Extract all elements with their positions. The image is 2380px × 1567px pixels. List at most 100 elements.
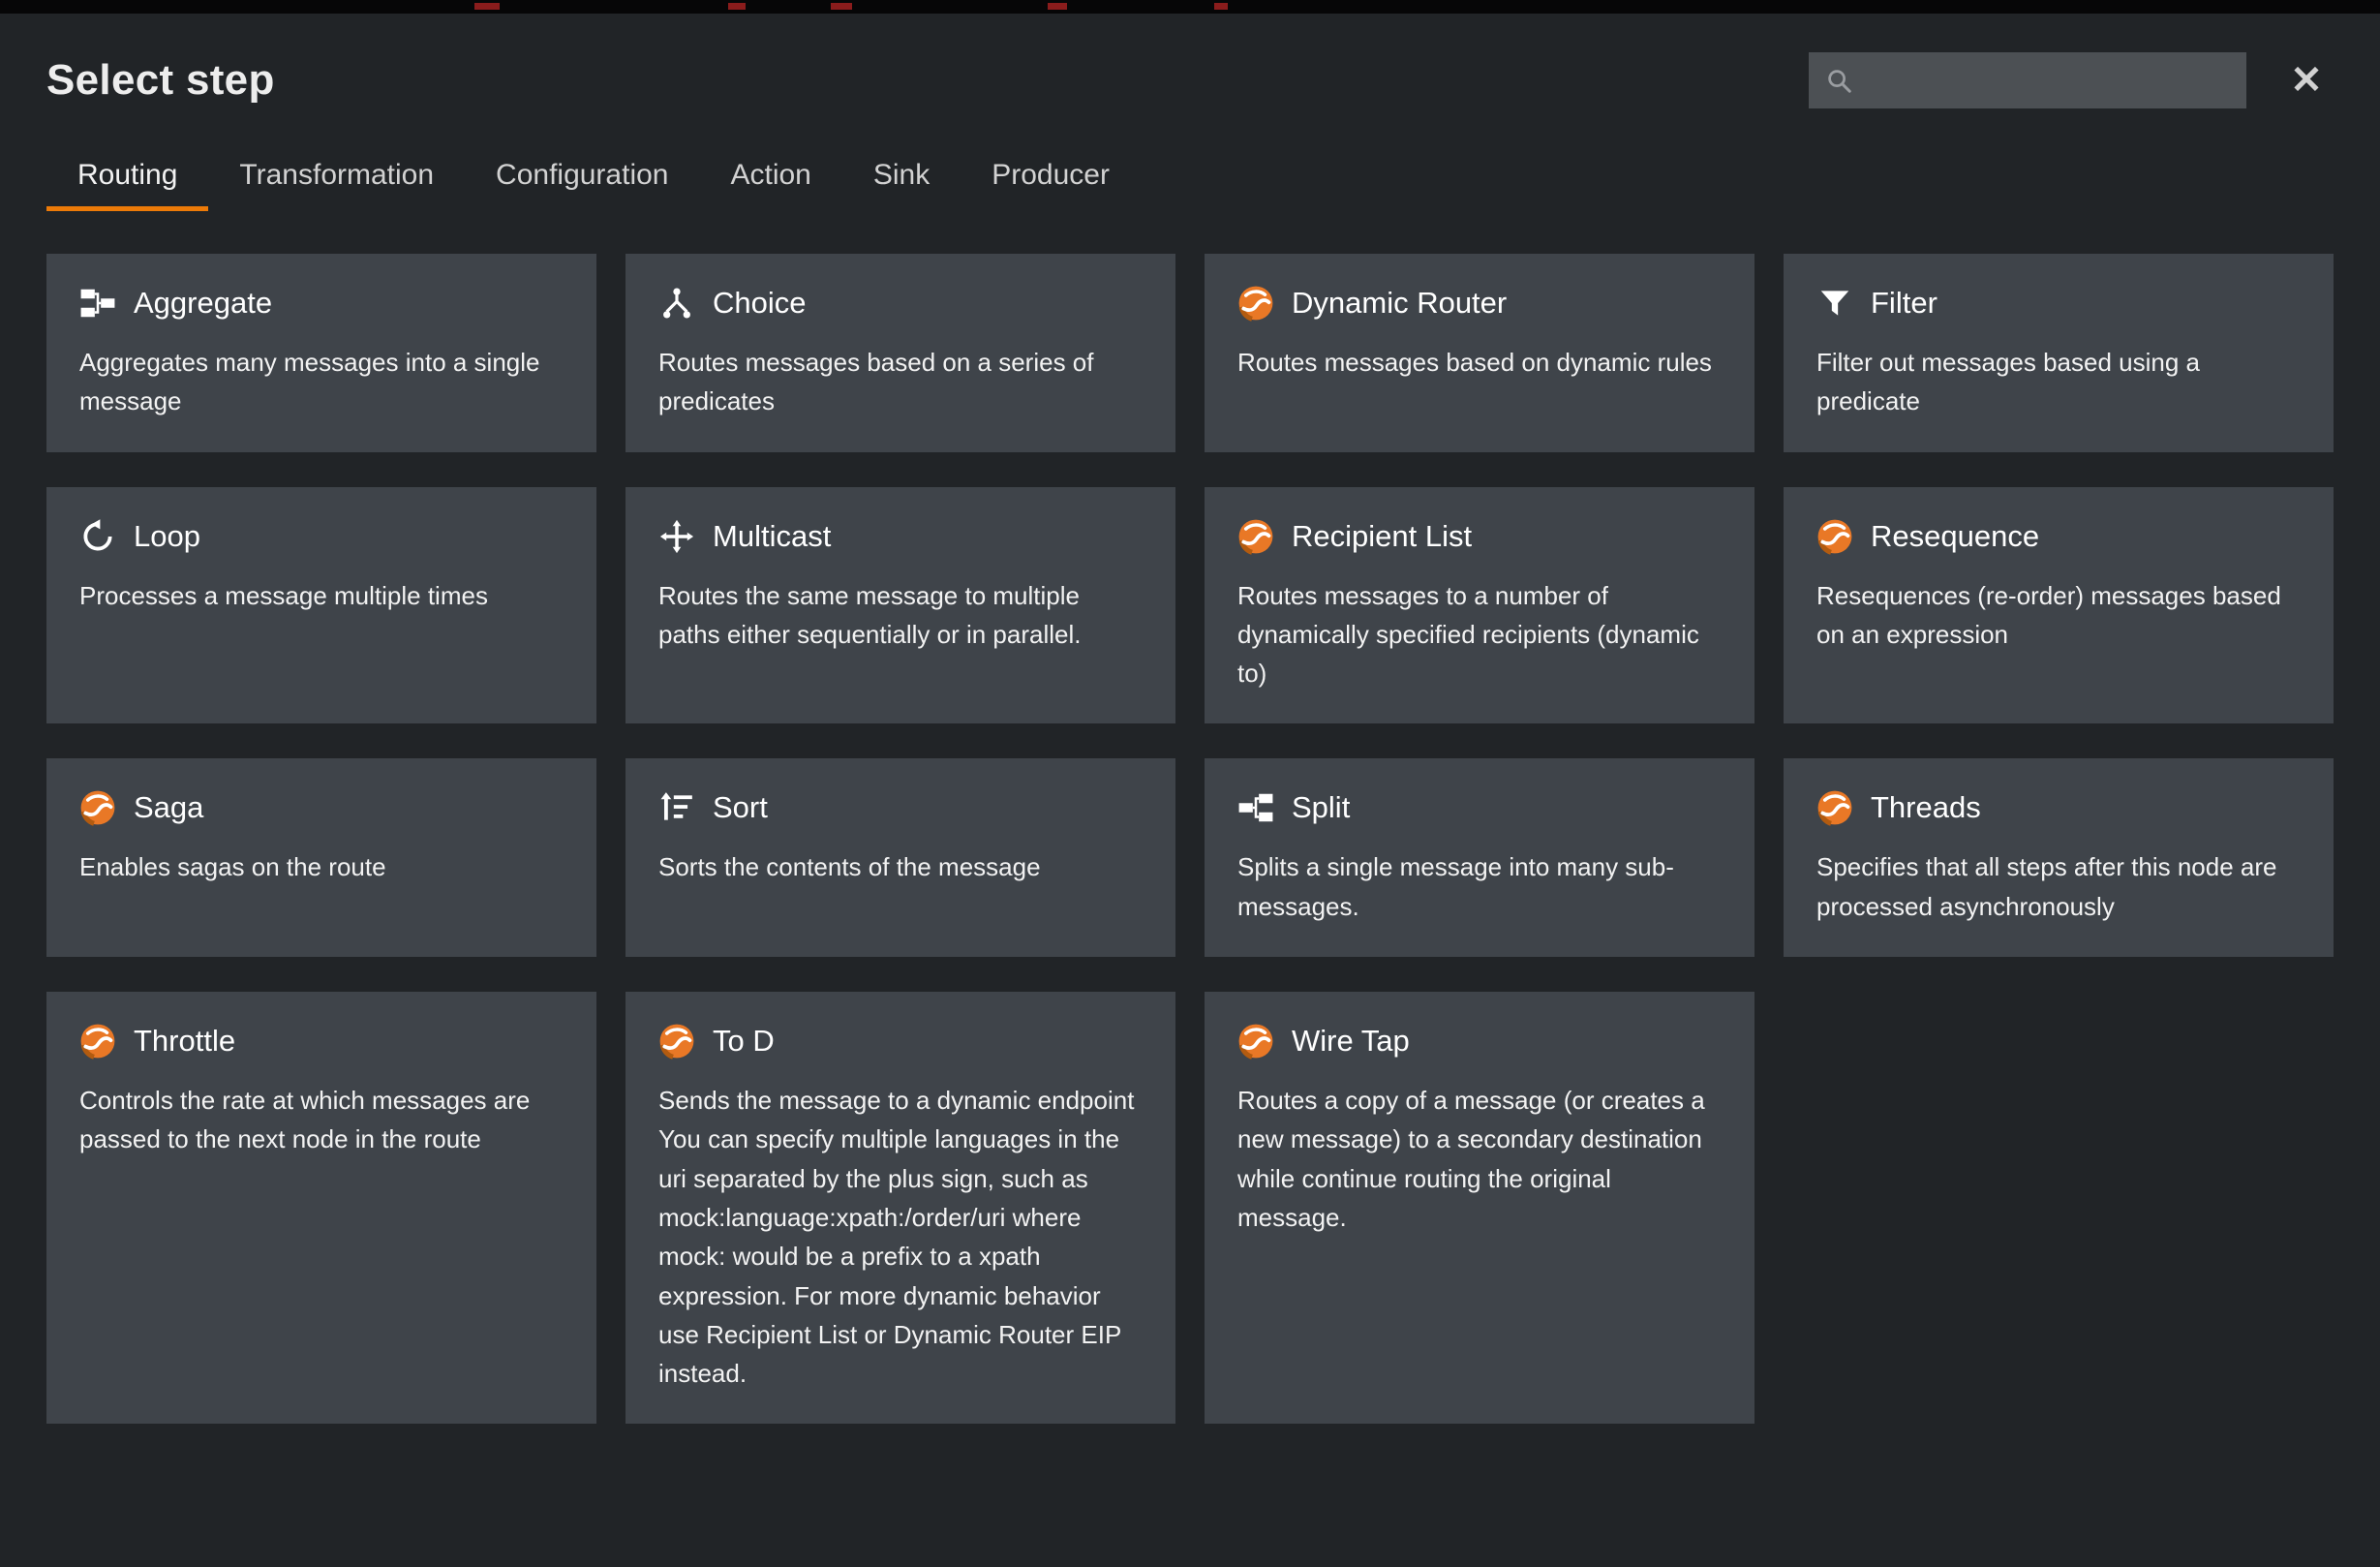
step-title: Wire Tap: [1292, 1024, 1410, 1059]
step-description: Sends the message to a dynamic endpoint …: [658, 1081, 1143, 1393]
step-title: Split: [1292, 790, 1350, 825]
camel-icon: [1816, 518, 1853, 555]
camel-icon: [1237, 1023, 1274, 1060]
step-card-split[interactable]: Split Splits a single message into many …: [1205, 758, 1754, 957]
step-description: Routes messages based on dynamic rules: [1237, 343, 1722, 382]
artifact-mark: [1214, 3, 1228, 10]
step-card-wire-tap[interactable]: Wire Tap Routes a copy of a message (or …: [1205, 992, 1754, 1424]
step-grid: Aggregate Aggregates many messages into …: [46, 254, 2334, 1424]
tab-label: Transformation: [239, 159, 434, 191]
step-description: Specifies that all steps after this node…: [1816, 847, 2301, 926]
step-title: Multicast: [713, 519, 831, 554]
step-card-to-d[interactable]: To D Sends the message to a dynamic endp…: [626, 992, 1175, 1424]
card-header: Wire Tap: [1237, 1023, 1722, 1060]
step-title: Saga: [134, 790, 203, 825]
step-description: Enables sagas on the route: [79, 847, 564, 886]
step-title: Dynamic Router: [1292, 286, 1507, 321]
tab-bar: Routing Transformation Configuration Act…: [46, 145, 2334, 211]
card-header: Multicast: [658, 518, 1143, 555]
step-card-aggregate[interactable]: Aggregate Aggregates many messages into …: [46, 254, 596, 452]
camel-icon: [1237, 518, 1274, 555]
search-input[interactable]: [1865, 65, 2231, 97]
step-description: Routes a copy of a message (or creates a…: [1237, 1081, 1722, 1237]
tab-sink[interactable]: Sink: [842, 145, 961, 211]
card-header: Sort: [658, 789, 1143, 826]
tab-transformation[interactable]: Transformation: [208, 145, 465, 211]
step-card-recipient-list[interactable]: Recipient List Routes messages to a numb…: [1205, 487, 1754, 724]
step-title: Loop: [134, 519, 200, 554]
tab-label: Action: [730, 159, 810, 191]
step-description: Routes the same message to multiple path…: [658, 576, 1143, 655]
step-card-filter[interactable]: Filter Filter out messages based using a…: [1784, 254, 2334, 452]
artifact-mark: [1048, 3, 1067, 10]
step-title: Resequence: [1871, 519, 2039, 554]
aggregate-icon: [79, 285, 116, 322]
step-card-multicast[interactable]: Multicast Routes the same message to mul…: [626, 487, 1175, 724]
card-header: Filter: [1816, 285, 2301, 322]
card-header: Aggregate: [79, 285, 564, 322]
artifact-mark: [728, 3, 746, 10]
step-title: Sort: [713, 790, 768, 825]
step-title: To D: [713, 1024, 775, 1059]
camel-icon: [79, 789, 116, 826]
step-card-threads[interactable]: Threads Specifies that all steps after t…: [1784, 758, 2334, 957]
camel-icon: [1237, 285, 1274, 322]
card-header: Saga: [79, 789, 564, 826]
step-title: Recipient List: [1292, 519, 1472, 554]
card-header: Threads: [1816, 789, 2301, 826]
step-card-loop[interactable]: Loop Processes a message multiple times: [46, 487, 596, 724]
tab-label: Routing: [77, 159, 177, 191]
step-card-resequence[interactable]: Resequence Resequences (re-order) messag…: [1784, 487, 2334, 724]
tab-label: Sink: [873, 159, 930, 191]
step-description: Filter out messages based using a predic…: [1816, 343, 2301, 421]
modal-header: Select step ✕: [46, 14, 2334, 108]
step-description: Splits a single message into many sub-me…: [1237, 847, 1722, 926]
camel-icon: [658, 1023, 695, 1060]
multicast-icon: [658, 518, 695, 555]
card-header: Throttle: [79, 1023, 564, 1060]
search-box[interactable]: [1809, 52, 2246, 108]
tab-label: Producer: [992, 159, 1110, 191]
artifact-mark: [831, 3, 852, 10]
camel-icon: [1816, 789, 1853, 826]
card-header: Resequence: [1816, 518, 2301, 555]
step-description: Routes messages to a number of dynamical…: [1237, 576, 1722, 693]
filter-icon: [1816, 285, 1853, 322]
search-icon: [1824, 66, 1853, 95]
artifact-mark: [474, 3, 500, 10]
card-header: Split: [1237, 789, 1722, 826]
split-icon: [1237, 789, 1274, 826]
step-description: Processes a message multiple times: [79, 576, 564, 615]
choice-icon: [658, 285, 695, 322]
page-title: Select step: [46, 56, 275, 105]
step-card-choice[interactable]: Choice Routes messages based on a series…: [626, 254, 1175, 452]
card-header: To D: [658, 1023, 1143, 1060]
card-header: Dynamic Router: [1237, 285, 1722, 322]
step-description: Resequences (re-order) messages based on…: [1816, 576, 2301, 655]
step-card-dynamic-router[interactable]: Dynamic Router Routes messages based on …: [1205, 254, 1754, 452]
card-header: Loop: [79, 518, 564, 555]
step-description: Aggregates many messages into a single m…: [79, 343, 564, 421]
select-step-modal: Select step ✕ Routing Transformation Con…: [0, 14, 2380, 1567]
loop-icon: [79, 518, 116, 555]
step-description: Sorts the contents of the message: [658, 847, 1143, 886]
tab-action[interactable]: Action: [699, 145, 841, 211]
step-title: Filter: [1871, 286, 1938, 321]
step-card-sort[interactable]: Sort Sorts the contents of the message: [626, 758, 1175, 957]
step-title: Threads: [1871, 790, 1981, 825]
step-description: Routes messages based on a series of pre…: [658, 343, 1143, 421]
close-button[interactable]: ✕: [2279, 53, 2334, 108]
step-title: Aggregate: [134, 286, 272, 321]
card-header: Choice: [658, 285, 1143, 322]
browser-chrome-strip: [0, 0, 2380, 14]
tab-producer[interactable]: Producer: [961, 145, 1141, 211]
sort-icon: [658, 789, 695, 826]
step-card-throttle[interactable]: Throttle Controls the rate at which mess…: [46, 992, 596, 1424]
tab-routing[interactable]: Routing: [46, 145, 208, 211]
step-card-saga[interactable]: Saga Enables sagas on the route: [46, 758, 596, 957]
step-title: Throttle: [134, 1024, 235, 1059]
card-header: Recipient List: [1237, 518, 1722, 555]
step-description: Controls the rate at which messages are …: [79, 1081, 564, 1159]
tab-configuration[interactable]: Configuration: [465, 145, 699, 211]
camel-icon: [79, 1023, 116, 1060]
